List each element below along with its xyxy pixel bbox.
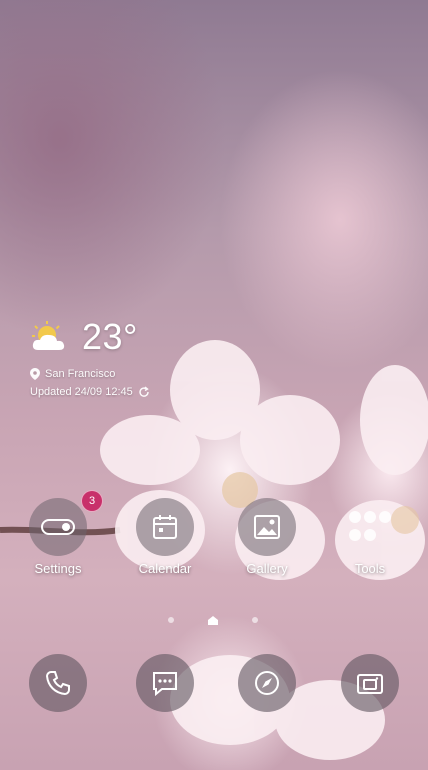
app-label: Tools	[354, 561, 386, 576]
weather-widget[interactable]: 23° San Francisco Updated 24/09 12:45	[30, 316, 150, 398]
camera-icon	[357, 674, 383, 694]
dock-camera[interactable]	[325, 654, 415, 712]
updated-label: Updated 24/09 12:45	[30, 386, 133, 398]
app-tools[interactable]: Tools	[325, 498, 415, 576]
home-page-icon[interactable]	[207, 615, 219, 625]
compass-icon	[255, 671, 279, 695]
location-pin-icon	[30, 368, 40, 380]
page-indicator[interactable]	[168, 613, 258, 627]
page-dot[interactable]	[168, 617, 174, 623]
location-label: San Francisco	[45, 368, 116, 380]
refresh-icon[interactable]	[138, 386, 150, 398]
image-icon	[254, 515, 280, 539]
toggle-icon	[41, 519, 75, 535]
phone-icon	[45, 671, 70, 696]
temperature: 23°	[82, 316, 138, 357]
dock-messages[interactable]	[120, 654, 210, 712]
dock-phone[interactable]	[13, 654, 103, 712]
partly-cloudy-icon	[30, 320, 72, 354]
message-icon	[153, 672, 177, 696]
app-settings[interactable]: 3 Settings	[13, 490, 103, 576]
app-label: Calendar	[138, 561, 192, 576]
notification-badge: 3	[81, 490, 103, 512]
calendar-icon	[153, 515, 177, 539]
app-label: Settings	[34, 561, 82, 576]
app-label: Gallery	[246, 561, 288, 576]
app-gallery[interactable]: Gallery	[222, 498, 312, 576]
app-calendar[interactable]: Calendar	[120, 498, 210, 576]
grid-icon	[349, 511, 391, 541]
page-dot[interactable]	[252, 617, 258, 623]
dock-browser[interactable]	[222, 654, 312, 712]
